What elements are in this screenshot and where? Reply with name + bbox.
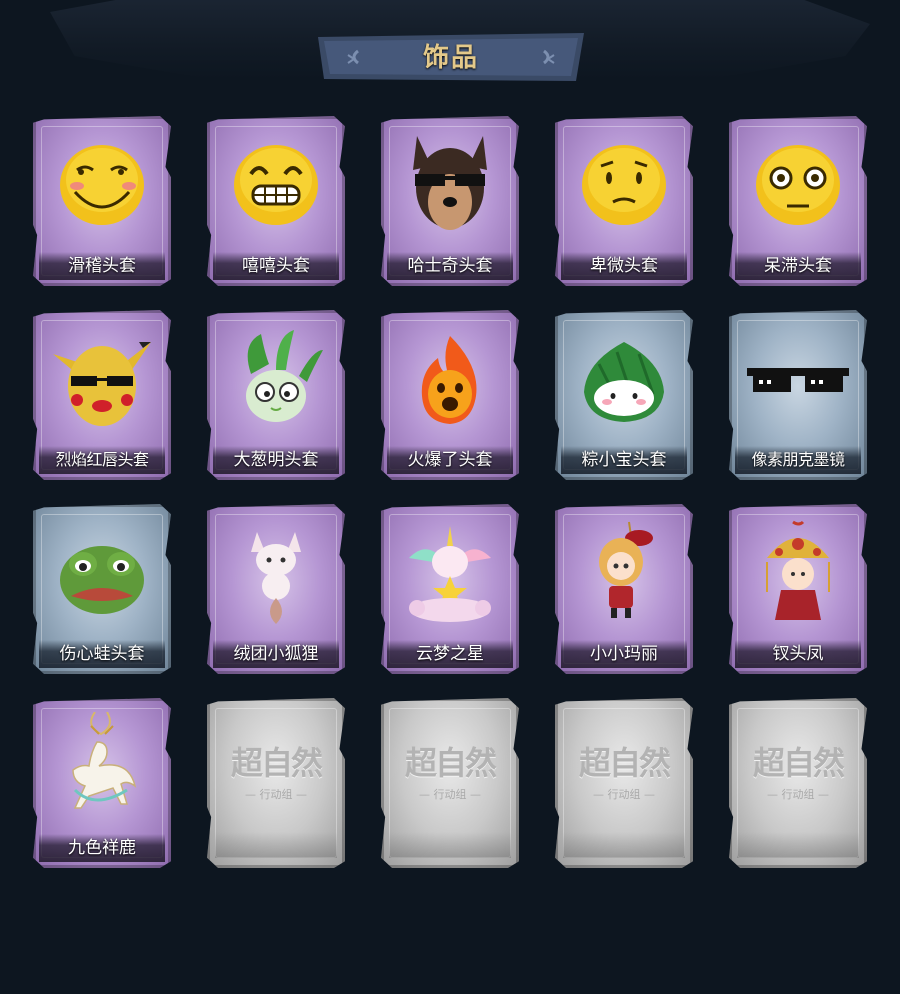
accessory-card-deer[interactable]: 九色祥鹿 (33, 698, 171, 868)
accessory-card-sad-frog[interactable]: 伤心蛙头套 (33, 504, 171, 674)
accessory-label: 粽小宝头套 (561, 446, 687, 474)
accessory-label: 大葱明头套 (213, 446, 339, 474)
accessory-label: 伤心蛙头套 (39, 640, 165, 668)
zongzi-icon (584, 342, 664, 422)
phoenix-crown-icon (766, 520, 830, 620)
accessory-card-chaitoufeng[interactable]: 钗头凤 (729, 504, 867, 674)
accessory-label: 云梦之星 (387, 640, 513, 668)
pixel-sunglasses-icon (747, 368, 849, 392)
accessory-label: 钗头凤 (735, 640, 861, 668)
title-banner: 饰品 (318, 33, 584, 83)
flame-icon (421, 336, 477, 424)
accessory-card-lieyan[interactable]: 烈焰红唇头套 (33, 310, 171, 480)
empty-slot: 超自然 — 行动组 — (381, 698, 519, 868)
accessory-label: 九色祥鹿 (39, 834, 165, 862)
deer-charm-icon (72, 712, 137, 809)
empty-slot: 超自然 — 行动组 — (207, 698, 345, 868)
fox-plush-icon (251, 532, 301, 624)
humble-emoji-icon (582, 145, 666, 225)
empty-slot: 超自然 — 行动组 — (729, 698, 867, 868)
accessory-card-daizhi[interactable]: 呆滞头套 (729, 116, 867, 286)
accessory-label: 哈士奇头套 (387, 252, 513, 280)
accessory-card-dacong[interactable]: 大葱明头套 (207, 310, 345, 480)
grin-emoji-icon (234, 145, 318, 225)
accessory-label: 嘻嘻头套 (213, 252, 339, 280)
accessory-label: 绒团小狐狸 (213, 640, 339, 668)
accessory-card-zongzi[interactable]: 粽小宝头套 (555, 310, 693, 480)
accessory-label: 小小玛丽 (561, 640, 687, 668)
page-title: 饰品 (422, 43, 479, 73)
accessory-grid: 滑稽头套 嘻嘻头套 哈士奇头套 卑微头套 呆滞头套 烈焰红唇头套 大葱明头套 火… (33, 116, 873, 868)
placeholder-subtitle: — 行动组 — (767, 788, 829, 801)
accessory-card-xixi[interactable]: 嘻嘻头套 (207, 116, 345, 286)
accessory-label: 火爆了头套 (387, 446, 513, 474)
accessory-label: 滑稽头套 (39, 252, 165, 280)
empty-slot: 超自然 — 行动组 — (555, 698, 693, 868)
accessory-card-pixel-glasses[interactable]: 像素朋克墨镜 (729, 310, 867, 480)
placeholder-subtitle: — 行动组 — (593, 788, 655, 801)
accessory-label: 呆滞头套 (735, 252, 861, 280)
pikachu-hood-icon (53, 342, 151, 426)
accessory-card-beiwei[interactable]: 卑微头套 (555, 116, 693, 286)
placeholder-logo: 超自然 (230, 744, 323, 782)
unicorn-cloud-icon (409, 526, 491, 622)
husky-icon (413, 136, 487, 230)
stunned-emoji-icon (756, 145, 840, 225)
little-mary-doll-icon (599, 521, 653, 618)
sad-frog-icon (60, 546, 144, 614)
accessory-label: 卑微头套 (561, 252, 687, 280)
placeholder-logo: 超自然 (404, 744, 497, 782)
accessory-card-fox[interactable]: 绒团小狐狸 (207, 504, 345, 674)
accessory-card-yunmeng[interactable]: 云梦之星 (381, 504, 519, 674)
placeholder-logo: 超自然 (578, 744, 671, 782)
accessory-card-little-mary[interactable]: 小小玛丽 (555, 504, 693, 674)
scallion-icon (246, 330, 323, 422)
placeholder-subtitle: — 行动组 — (245, 788, 307, 801)
placeholder-logo: 超自然 (752, 744, 845, 782)
accessory-label: 像素朋克墨镜 (735, 446, 861, 474)
accessory-card-huaji[interactable]: 滑稽头套 (33, 116, 171, 286)
placeholder-subtitle: — 行动组 — (419, 788, 481, 801)
accessory-card-husky[interactable]: 哈士奇头套 (381, 116, 519, 286)
accessory-card-huobao[interactable]: 火爆了头套 (381, 310, 519, 480)
smirk-emoji-icon (60, 145, 144, 225)
accessory-label: 烈焰红唇头套 (39, 446, 165, 474)
